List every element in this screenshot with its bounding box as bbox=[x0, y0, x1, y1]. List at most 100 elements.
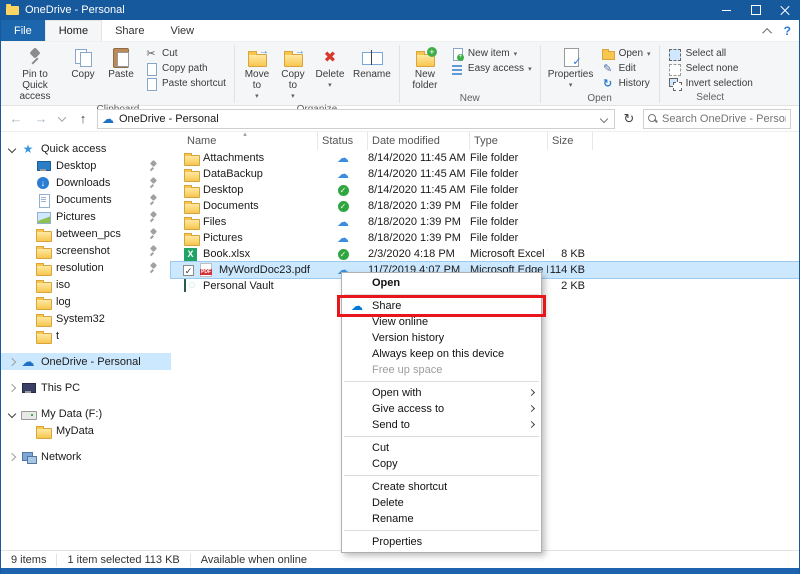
sidebar-item-documents[interactable]: Documents bbox=[1, 191, 171, 208]
menu-item-always-keep-on-device[interactable]: Always keep on this device bbox=[342, 346, 541, 362]
breadcrumb[interactable]: OneDrive - Personal bbox=[119, 113, 219, 125]
sidebar-item-iso[interactable]: iso bbox=[1, 276, 171, 293]
maximize-button[interactable] bbox=[741, 0, 770, 20]
back-button[interactable]: ← bbox=[5, 109, 27, 129]
open-button[interactable]: Open ▾ bbox=[597, 46, 655, 61]
sidebar-item-network[interactable]: Network bbox=[1, 448, 171, 465]
recent-locations-dropdown[interactable] bbox=[55, 109, 69, 129]
menu-item-properties[interactable]: Properties bbox=[342, 534, 541, 550]
minimize-ribbon-icon[interactable] bbox=[761, 27, 772, 38]
file-row[interactable]: Attachments ☁ 8/14/2020 11:45 AM File fo… bbox=[171, 150, 799, 166]
folder-icon bbox=[183, 183, 200, 198]
menu-item-send-to[interactable]: Send to bbox=[342, 417, 541, 433]
menu-item-open-with[interactable]: Open with bbox=[342, 385, 541, 401]
select-none-button[interactable]: Select none bbox=[664, 61, 757, 76]
invert-selection-button[interactable]: Invert selection bbox=[664, 76, 757, 91]
sidebar-item-screenshot[interactable]: screenshot bbox=[1, 242, 171, 259]
chevron-down-icon[interactable] bbox=[7, 409, 17, 418]
column-header-size[interactable]: Size bbox=[548, 132, 593, 150]
properties-button[interactable]: ✓ Properties ▾ bbox=[545, 44, 597, 93]
sidebar-item-mydata[interactable]: MyData bbox=[1, 422, 171, 439]
select-all-button[interactable]: Select all bbox=[664, 46, 757, 61]
address-bar[interactable]: ☁ OneDrive - Personal bbox=[97, 108, 615, 129]
tab-file[interactable]: File bbox=[1, 20, 45, 41]
ribbon-group-open: ✓ Properties ▾ Open ▾ ✎ Edit ↻ History O… bbox=[542, 43, 658, 105]
column-header-date-modified[interactable]: Date modified bbox=[368, 132, 470, 150]
file-row[interactable]: Pictures ☁ 8/18/2020 1:39 PM File folder bbox=[171, 230, 799, 246]
pin-icon bbox=[149, 211, 159, 222]
copy-button[interactable]: Copy bbox=[64, 44, 102, 104]
menu-item-rename[interactable]: Rename bbox=[342, 511, 541, 527]
sidebar-item-this-pc[interactable]: This PC bbox=[1, 379, 171, 396]
folder-icon bbox=[183, 199, 200, 214]
paste-shortcut-button[interactable]: Paste shortcut bbox=[140, 76, 230, 91]
sidebar-item-system32[interactable]: System32 bbox=[1, 310, 171, 327]
sidebar-item-downloads[interactable]: Downloads bbox=[1, 174, 171, 191]
tab-view[interactable]: View bbox=[157, 20, 207, 41]
copy-path-button[interactable]: Copy path bbox=[140, 61, 230, 76]
search-box[interactable] bbox=[643, 108, 791, 129]
pin-to-quick-access-button[interactable]: Pin to Quick access bbox=[6, 44, 64, 104]
menu-item-create-shortcut[interactable]: Create shortcut bbox=[342, 479, 541, 495]
sidebar-item-onedrive-personal[interactable]: ☁ OneDrive - Personal bbox=[1, 353, 171, 370]
column-header-name[interactable]: ▴ Name bbox=[183, 131, 318, 150]
column-header-status[interactable]: Status bbox=[318, 132, 368, 150]
title-bar[interactable]: OneDrive - Personal bbox=[1, 0, 799, 20]
new-folder-button[interactable]: + New folder bbox=[404, 44, 446, 93]
address-dropdown-icon[interactable] bbox=[599, 114, 609, 123]
move-to-button[interactable]: → Move to ▾ bbox=[239, 44, 275, 104]
sidebar-item-desktop[interactable]: Desktop bbox=[1, 157, 171, 174]
sidebar-item-t[interactable]: t bbox=[1, 327, 171, 344]
rename-button[interactable]: Rename bbox=[349, 44, 395, 104]
sidebar-item-my-data-f[interactable]: My Data (F:) bbox=[1, 405, 171, 422]
refresh-button[interactable]: ↻ bbox=[618, 109, 640, 129]
window-title: OneDrive - Personal bbox=[25, 4, 125, 16]
paste-button[interactable]: Paste bbox=[102, 44, 140, 104]
sidebar-item-log[interactable]: log bbox=[1, 293, 171, 310]
chevron-down-icon[interactable] bbox=[7, 144, 17, 153]
menu-item-delete[interactable]: Delete bbox=[342, 495, 541, 511]
new-item-button[interactable]: + New item ▾ bbox=[446, 46, 536, 61]
pictures-icon bbox=[35, 210, 51, 224]
menu-item-cut[interactable]: Cut bbox=[342, 440, 541, 456]
menu-item-view-online[interactable]: View online bbox=[342, 314, 541, 330]
file-row[interactable]: X Book.xlsx ✓ 2/3/2020 4:18 PM Microsoft … bbox=[171, 246, 799, 262]
chevron-right-icon[interactable] bbox=[7, 452, 17, 461]
pin-icon bbox=[23, 46, 47, 68]
easy-access-button[interactable]: Easy access ▾ bbox=[446, 61, 536, 76]
ribbon: Pin to Quick access Copy Paste ✂ Cut Cop… bbox=[1, 42, 799, 115]
file-row[interactable]: DataBackup ☁ 8/14/2020 11:45 AM File fol… bbox=[171, 166, 799, 182]
file-row[interactable]: Desktop ✓ 8/14/2020 11:45 AM File folder bbox=[171, 182, 799, 198]
history-button[interactable]: ↻ History bbox=[597, 76, 655, 91]
minimize-button[interactable] bbox=[712, 0, 741, 20]
menu-item-version-history[interactable]: Version history bbox=[342, 330, 541, 346]
file-row[interactable]: Files ☁ 8/18/2020 1:39 PM File folder bbox=[171, 214, 799, 230]
edit-button[interactable]: ✎ Edit bbox=[597, 61, 655, 76]
chevron-right-icon[interactable] bbox=[7, 357, 17, 366]
menu-item-give-access-to[interactable]: Give access to bbox=[342, 401, 541, 417]
menu-item-share[interactable]: ☁ Share bbox=[337, 295, 546, 317]
delete-button[interactable]: ✖ Delete ▾ bbox=[311, 44, 349, 104]
forward-button[interactable]: → bbox=[30, 109, 52, 129]
chevron-right-icon[interactable] bbox=[7, 383, 17, 392]
cut-button[interactable]: ✂ Cut bbox=[140, 46, 230, 61]
tab-share[interactable]: Share bbox=[102, 20, 157, 41]
copy-to-button[interactable]: → Copy to ▾ bbox=[275, 44, 311, 104]
cloud-status-icon: ☁ bbox=[337, 231, 349, 245]
sidebar-item-quick-access[interactable]: ★ Quick access bbox=[1, 140, 171, 157]
ribbon-separator bbox=[233, 45, 235, 103]
cut-icon: ✂ bbox=[146, 48, 156, 60]
help-icon[interactable]: ? bbox=[784, 24, 791, 38]
item-checkbox[interactable]: ✓ bbox=[183, 264, 194, 276]
column-header-type[interactable]: Type bbox=[470, 132, 548, 150]
up-button[interactable]: ↑ bbox=[72, 109, 94, 129]
sidebar-item-between-pcs[interactable]: between_pcs bbox=[1, 225, 171, 242]
menu-item-open[interactable]: Open bbox=[342, 275, 541, 291]
search-input[interactable] bbox=[662, 112, 786, 125]
sidebar-item-pictures[interactable]: Pictures bbox=[1, 208, 171, 225]
sidebar-item-resolution[interactable]: resolution bbox=[1, 259, 171, 276]
menu-item-copy[interactable]: Copy bbox=[342, 456, 541, 472]
tab-home[interactable]: Home bbox=[44, 20, 103, 41]
file-row[interactable]: Documents ✓ 8/18/2020 1:39 PM File folde… bbox=[171, 198, 799, 214]
close-button[interactable] bbox=[770, 0, 799, 20]
